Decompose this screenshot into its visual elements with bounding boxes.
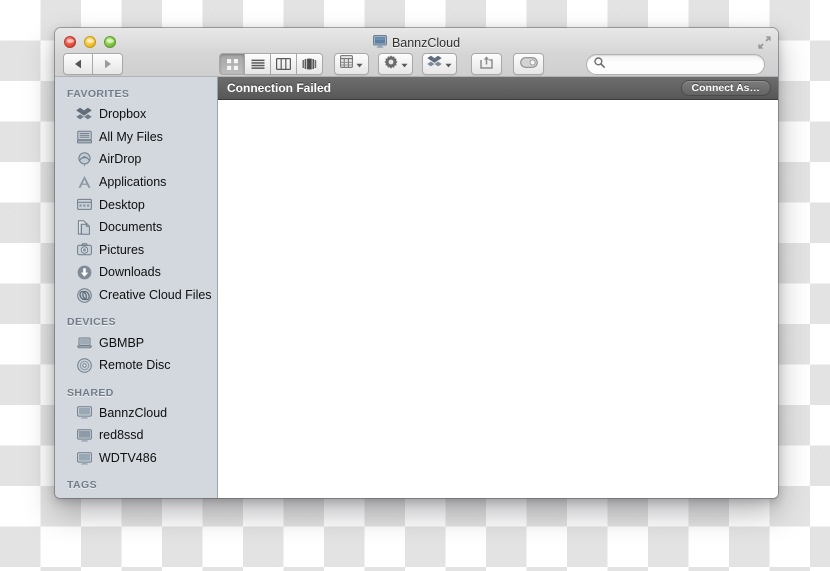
- sidebar-section-header-tags: TAGS: [67, 479, 97, 492]
- sidebar-item-red8ssd[interactable]: red8ssd: [55, 424, 217, 447]
- list-view-button[interactable]: [245, 53, 271, 75]
- finder-window: BannzCloud FAVORITES Dropbox All My File…: [55, 28, 778, 498]
- sidebar-section-header-devices: DEVICES: [67, 316, 116, 329]
- view-mode-segmented-control: [219, 53, 323, 75]
- sidebar-item-all-my-files[interactable]: All My Files: [55, 126, 217, 149]
- minimize-button[interactable]: [84, 36, 96, 48]
- sidebar-item-label: Remote Disc: [99, 358, 171, 373]
- tag-button[interactable]: [513, 53, 544, 75]
- monitor-icon: [76, 405, 92, 421]
- sidebar: FAVORITES Dropbox All My Files AirDrop A…: [55, 77, 218, 498]
- back-button[interactable]: [63, 53, 93, 75]
- window-title: BannzCloud: [55, 35, 778, 51]
- monitor-icon: [372, 35, 387, 51]
- sidebar-item-bannzcloud[interactable]: BannzCloud: [55, 402, 217, 425]
- sidebar-item-label: Applications: [99, 175, 167, 190]
- sidebar-item-dropbox[interactable]: Dropbox: [55, 103, 217, 126]
- sidebar-item-label: AirDrop: [99, 152, 142, 167]
- status-message: Connection Failed: [227, 81, 332, 95]
- sidebar-item-label: BannzCloud: [99, 405, 168, 420]
- creative-cloud-icon: [76, 287, 92, 303]
- sidebar-section-header-favorites: FAVORITES: [67, 88, 130, 100]
- forward-button[interactable]: [93, 53, 123, 75]
- connection-status-bar: Connection Failed Connect As…: [218, 77, 778, 100]
- arrange-grid-icon: [340, 55, 353, 73]
- sidebar-item-label: GBMBP: [99, 335, 145, 350]
- sidebar-section-header-shared: SHARED: [67, 386, 114, 399]
- tag-pill-icon: [519, 55, 538, 73]
- applications-icon: [76, 174, 92, 190]
- sidebar-item-label: Dropbox: [99, 107, 147, 122]
- disc-icon: [76, 357, 92, 373]
- chevron-down-icon: [356, 55, 363, 73]
- search-input[interactable]: [610, 58, 750, 70]
- sidebar-item-label: WDTV486: [99, 451, 157, 466]
- window-body: FAVORITES Dropbox All My Files AirDrop A…: [55, 77, 778, 498]
- traffic-light-buttons: [64, 36, 116, 48]
- fullscreen-expand-icon[interactable]: [757, 35, 772, 50]
- chevron-down-icon: [400, 55, 408, 73]
- dropbox-icon: [427, 55, 442, 74]
- share-button[interactable]: [471, 53, 502, 75]
- sidebar-item-label: Downloads: [99, 265, 161, 280]
- gear-icon: [383, 54, 398, 74]
- dropbox-toolbar-button[interactable]: [422, 53, 457, 75]
- sidebar-item-desktop[interactable]: Desktop: [55, 193, 217, 216]
- arrange-button[interactable]: [334, 53, 369, 75]
- search-field[interactable]: [586, 53, 765, 75]
- pictures-icon: [76, 242, 92, 258]
- sidebar-item-creative-cloud-files[interactable]: Creative Cloud Files: [55, 284, 217, 307]
- sidebar-item-documents[interactable]: Documents: [55, 216, 217, 239]
- window-titlebar: BannzCloud: [55, 28, 778, 77]
- sidebar-item-applications[interactable]: Applications: [55, 171, 217, 194]
- file-list-empty-area[interactable]: [218, 100, 778, 498]
- sidebar-item-wdtv486[interactable]: WDTV486: [55, 447, 217, 470]
- documents-icon: [76, 219, 92, 235]
- airdrop-icon: [76, 151, 92, 167]
- coverflow-view-button[interactable]: [297, 53, 323, 75]
- sidebar-item-label: Documents: [99, 220, 163, 235]
- column-view-button[interactable]: [271, 53, 297, 75]
- window-title-text: BannzCloud: [391, 36, 461, 50]
- sidebar-item-label: Desktop: [99, 197, 145, 212]
- downloads-icon: [76, 264, 92, 280]
- laptop-icon: [76, 335, 92, 351]
- zoom-button[interactable]: [104, 36, 116, 48]
- sidebar-item-label: Creative Cloud Files: [99, 288, 212, 303]
- desktop-icon: [76, 197, 92, 213]
- sidebar-item-label: Pictures: [99, 242, 145, 257]
- sidebar-item-gbmbp[interactable]: GBMBP: [55, 331, 217, 354]
- navigation-buttons: [63, 53, 123, 75]
- share-arrow-icon: [479, 55, 494, 74]
- dropbox-icon: [76, 106, 92, 122]
- connect-as-button[interactable]: Connect As…: [680, 80, 771, 96]
- search-icon: [594, 55, 605, 73]
- content-area: Connection Failed Connect As…: [218, 77, 778, 498]
- monitor-icon: [76, 450, 92, 466]
- toolbar: [55, 51, 778, 77]
- monitor-icon: [76, 427, 92, 443]
- sidebar-item-airdrop[interactable]: AirDrop: [55, 148, 217, 171]
- chevron-down-icon: [445, 55, 452, 73]
- sidebar-item-label: red8ssd: [99, 428, 144, 443]
- all-my-files-icon: [76, 129, 92, 145]
- sidebar-item-remote-disc[interactable]: Remote Disc: [55, 354, 217, 377]
- close-button[interactable]: [64, 36, 76, 48]
- action-menu-button[interactable]: [378, 53, 413, 75]
- sidebar-item-pictures[interactable]: Pictures: [55, 239, 217, 262]
- sidebar-item-downloads[interactable]: Downloads: [55, 261, 217, 284]
- sidebar-item-label: All My Files: [99, 129, 163, 144]
- icon-view-button[interactable]: [219, 53, 245, 75]
